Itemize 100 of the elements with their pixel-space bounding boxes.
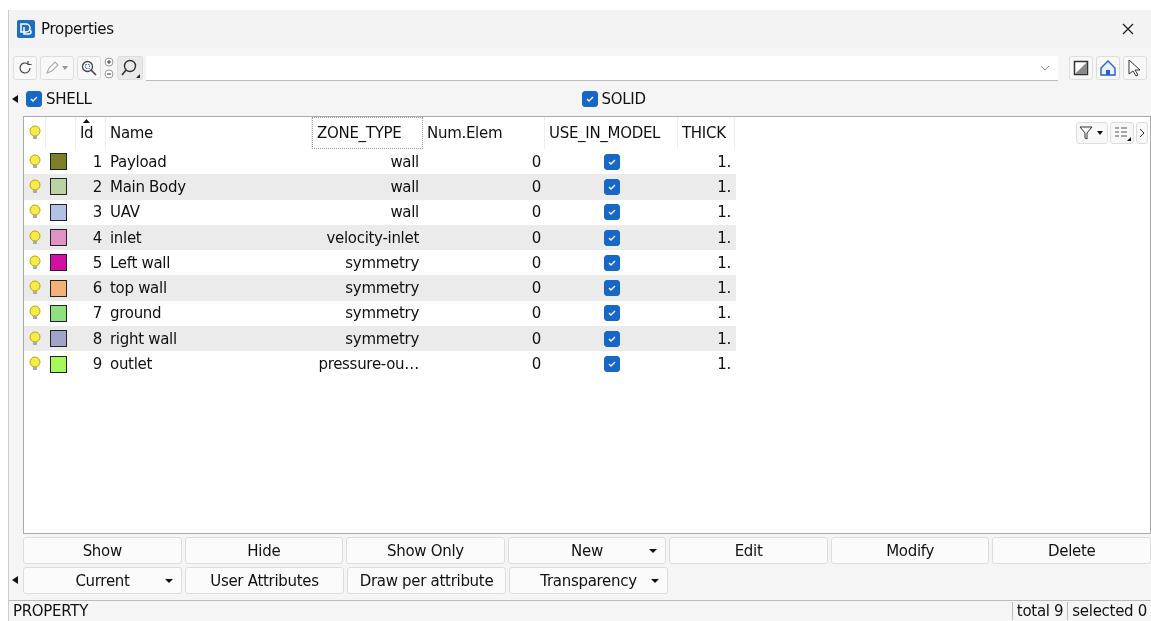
checkbox[interactable] — [603, 153, 620, 170]
close-icon[interactable] — [1121, 22, 1135, 36]
table-cell: symmetry — [345, 279, 419, 298]
color-swatch[interactable] — [50, 178, 67, 196]
table-cell: symmetry — [345, 329, 419, 348]
table-cell: 1. — [717, 177, 731, 196]
table-cell: wall — [390, 203, 419, 222]
table-cell: 1. — [717, 304, 731, 323]
table-cell: 8 — [92, 329, 102, 348]
table-cell: 0 — [531, 253, 541, 272]
color-swatch[interactable] — [50, 203, 67, 221]
app-logo-icon — [17, 20, 35, 38]
column-header[interactable]: Name — [106, 117, 312, 149]
table-cell: 1. — [717, 355, 731, 373]
color-swatch[interactable] — [50, 279, 67, 297]
table-cell: 1. — [717, 152, 731, 171]
filter-dropdown-button[interactable] — [1076, 122, 1108, 144]
zoom-icon — [80, 59, 98, 77]
table-cell: Main Body — [110, 177, 186, 196]
checkbox[interactable] — [603, 280, 620, 297]
search-combo-field[interactable] — [146, 55, 1058, 81]
table-cell: ground — [110, 304, 162, 323]
checkbox[interactable] — [603, 330, 620, 347]
selected-count: selected 0 — [1067, 602, 1151, 620]
table-cell: 0 — [531, 329, 541, 348]
table-cell: wall — [390, 152, 419, 171]
caret-icon — [165, 579, 173, 583]
action-button[interactable]: Modify — [830, 537, 990, 564]
table-cell: wall — [390, 177, 419, 196]
action-button[interactable]: Current — [23, 567, 182, 594]
search-icon — [120, 58, 140, 78]
scroll-right-button[interactable] — [1136, 122, 1148, 144]
action-button[interactable]: User Attributes — [185, 567, 344, 594]
table-cell: 1. — [717, 203, 731, 222]
house-icon — [1099, 59, 1117, 77]
table-cell: 1 — [92, 152, 102, 171]
table-cell: inlet — [110, 228, 142, 247]
table-cell: 0 — [531, 152, 541, 171]
checkbox[interactable] — [603, 178, 620, 195]
caret-icon[interactable] — [1040, 64, 1050, 71]
chevron-right-icon — [1139, 128, 1145, 138]
table-cell: 0 — [531, 355, 541, 373]
table-cell: 0 — [531, 228, 541, 247]
collapse-arrow-icon[interactable] — [12, 95, 18, 103]
table-cell: 9 — [92, 355, 102, 373]
table-cell: UAV — [110, 203, 140, 222]
table-cell: Payload — [110, 152, 167, 171]
window-title: Properties — [41, 20, 115, 38]
table-cell: symmetry — [345, 253, 419, 272]
table-cell: right wall — [110, 329, 177, 348]
checkbox[interactable] — [603, 356, 620, 372]
search-button[interactable] — [117, 56, 143, 80]
table-cell: 1. — [717, 279, 731, 298]
zoom-fit-button[interactable] — [77, 56, 101, 80]
color-swatch[interactable] — [50, 355, 67, 373]
lightbulb-icon — [28, 125, 41, 141]
action-button[interactable]: Transparency — [509, 567, 668, 594]
checkbox[interactable] — [603, 229, 620, 246]
column-header[interactable]: USE_IN_MODEL — [545, 117, 678, 149]
shaded-square-icon — [1073, 60, 1089, 76]
action-button[interactable]: New — [507, 537, 667, 564]
collapse-arrow-icon[interactable] — [12, 576, 18, 584]
pen-icon — [44, 60, 70, 76]
filter-checkbox[interactable]: SHELL — [26, 90, 92, 108]
checkbox[interactable] — [603, 204, 620, 221]
column-header[interactable]: ZONE_TYPE — [312, 117, 423, 149]
color-swatch[interactable] — [50, 229, 67, 247]
color-swatch[interactable] — [50, 254, 67, 272]
total-count: total 9 — [1011, 602, 1068, 620]
action-button[interactable]: Edit — [669, 537, 828, 564]
column-header[interactable]: Id — [76, 117, 106, 149]
filter-checkbox[interactable]: SOLID — [581, 90, 646, 108]
caret-icon — [651, 579, 659, 583]
color-swatch[interactable] — [50, 304, 67, 322]
column-header[interactable]: THICK — [678, 117, 735, 149]
refresh-icon — [17, 60, 33, 76]
table-cell: 6 — [92, 279, 102, 298]
action-button[interactable]: Draw per attribute — [347, 567, 506, 594]
table-cell: 3 — [92, 203, 102, 222]
action-button[interactable]: Show Only — [346, 537, 505, 564]
action-button[interactable]: Delete — [992, 537, 1151, 564]
sort-arrow-icon — [83, 119, 90, 123]
cursor-icon — [1127, 59, 1143, 77]
color-swatch[interactable] — [50, 153, 67, 171]
funnel-icon — [1079, 125, 1105, 141]
checkbox[interactable] — [603, 305, 620, 322]
checkbox[interactable] — [603, 254, 620, 271]
shading-button[interactable] — [1069, 56, 1093, 80]
table-cell: 4 — [92, 228, 102, 247]
action-button[interactable]: Hide — [184, 537, 344, 564]
house-button[interactable] — [1096, 56, 1120, 80]
table-cell: 5 — [92, 253, 102, 272]
table-cell: top wall — [110, 279, 167, 298]
column-header[interactable]: Num.Elem — [423, 117, 545, 149]
color-swatch[interactable] — [50, 330, 67, 348]
cursor-button[interactable] — [1123, 56, 1147, 80]
table-cell: outlet — [110, 355, 153, 373]
table-cell: 1. — [717, 228, 731, 247]
action-button[interactable]: Show — [23, 537, 182, 564]
refresh-button[interactable] — [13, 56, 37, 80]
